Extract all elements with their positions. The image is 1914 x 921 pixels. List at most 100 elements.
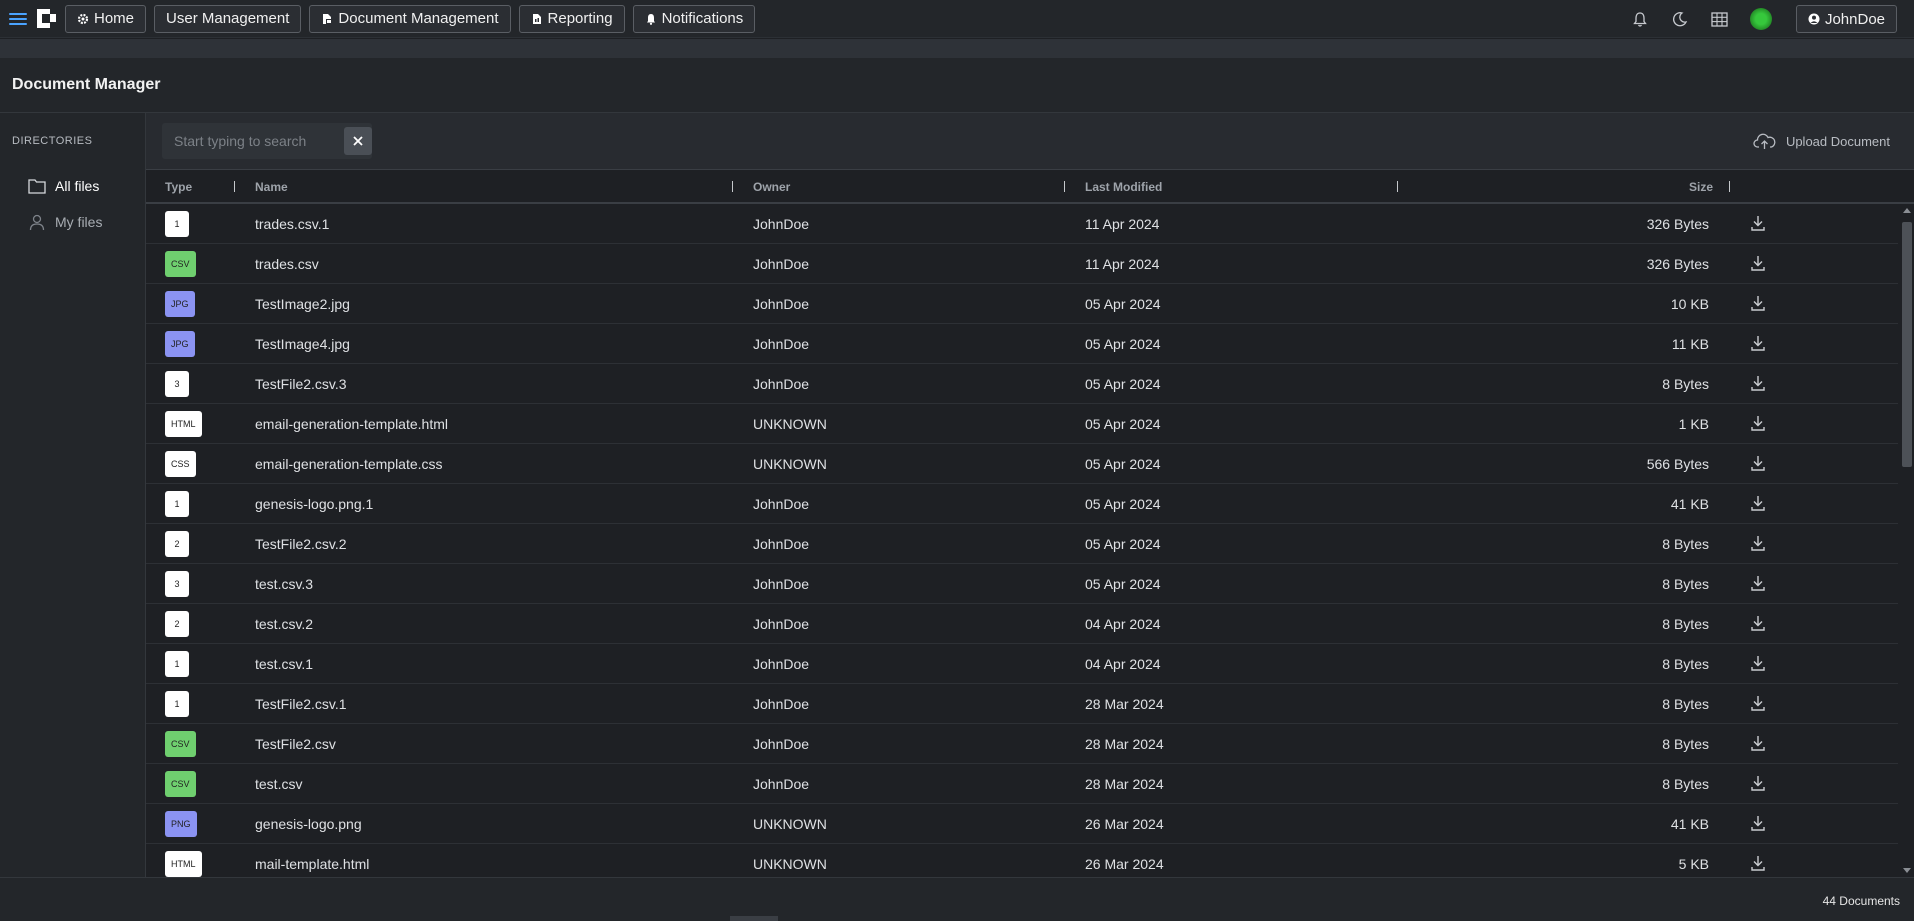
scrollbar-thumb[interactable] [1902, 222, 1912, 467]
column-resize-handle[interactable] [732, 181, 733, 192]
column-resize-handle[interactable] [1729, 181, 1730, 192]
column-resize-handle[interactable] [1064, 181, 1065, 192]
size-cell: 11 KB [1671, 336, 1709, 352]
nav-reporting-button[interactable]: Reporting [518, 4, 625, 33]
file-name-cell: trades.csv [255, 256, 319, 272]
nav-home-button[interactable]: Home [65, 4, 147, 33]
nav-notifications-button[interactable]: Notifications [632, 4, 756, 33]
table-row[interactable]: HTML mail-template.html UNKNOWN 26 Mar 2024… [146, 844, 1898, 877]
table-row[interactable]: 2 test.csv.2 JohnDoe 04 Apr 2024 8 Bytes [146, 604, 1898, 644]
owner-cell: UNKNOWN [753, 816, 827, 832]
table-row[interactable]: CSS email-generation-template.css UNKNOWN 0… [146, 444, 1898, 484]
table-row[interactable]: CSV trades.csv JohnDoe 11 Apr 2024 326 Bytes [146, 244, 1898, 284]
download-icon[interactable] [1749, 494, 1767, 512]
column-header-type[interactable]: Type [165, 180, 192, 194]
close-icon [353, 136, 363, 146]
directories-sidebar: DIRECTORIES All files My files [0, 113, 146, 877]
table-row[interactable]: 1 TestFile2.csv.1 JohnDoe 28 Mar 2024 8 Byte… [146, 684, 1898, 724]
sidebar-item-my-files[interactable]: My files [28, 211, 102, 233]
download-icon[interactable] [1749, 534, 1767, 552]
nav-document-management-button[interactable]: Document Management [309, 4, 511, 33]
folder-icon [28, 179, 46, 194]
size-cell: 8 Bytes [1662, 616, 1709, 632]
page-header: Document Manager [0, 58, 1914, 113]
download-icon[interactable] [1749, 294, 1767, 312]
download-icon[interactable] [1749, 734, 1767, 752]
page-title: Document Manager [12, 76, 161, 93]
download-icon[interactable] [1749, 774, 1767, 792]
download-icon[interactable] [1749, 814, 1767, 832]
table-row[interactable]: 2 TestFile2.csv.2 JohnDoe 05 Apr 2024 8 Byte… [146, 524, 1898, 564]
download-icon[interactable] [1749, 574, 1767, 592]
user-profile-button[interactable]: JohnDoe [1795, 5, 1897, 33]
upload-document-button[interactable]: Upload Document [1753, 129, 1890, 153]
size-cell: 8 Bytes [1662, 776, 1709, 792]
bell-icon[interactable] [1630, 9, 1650, 29]
download-icon[interactable] [1749, 374, 1767, 392]
file-type-badge: HTML [165, 411, 202, 437]
grid-icon[interactable] [1710, 9, 1730, 29]
owner-cell: JohnDoe [753, 256, 810, 272]
table-row[interactable]: PNG genesis-logo.png UNKNOWN 26 Mar 2024 41 … [146, 804, 1898, 844]
download-icon[interactable] [1749, 654, 1767, 672]
table-row[interactable]: CSV TestFile2.csv JohnDoe 28 Mar 2024 8 Byte… [146, 724, 1898, 764]
column-header-owner[interactable]: Owner [753, 180, 790, 194]
file-type-badge: 2 [165, 531, 189, 557]
download-icon[interactable] [1749, 214, 1767, 232]
file-name-cell: test.csv.1 [255, 656, 314, 672]
size-cell: 41 KB [1670, 496, 1709, 512]
file-name-cell: mail-template.html [255, 856, 370, 872]
last-modified-cell: 26 Mar 2024 [1085, 856, 1164, 872]
download-icon[interactable] [1749, 454, 1767, 472]
scroll-up-arrow[interactable] [1903, 208, 1911, 213]
owner-cell: UNKNOWN [753, 416, 827, 432]
download-icon[interactable] [1749, 854, 1767, 872]
table-row[interactable]: CSV test.csv JohnDoe 28 Mar 2024 8 Bytes [146, 764, 1898, 804]
file-name-cell: genesis-logo.png.1 [255, 496, 374, 512]
moon-icon[interactable] [1670, 9, 1690, 29]
table-row[interactable]: JPG TestImage4.jpg JohnDoe 05 Apr 2024 11 KB [146, 324, 1898, 364]
table-row[interactable]: 3 test.csv.3 JohnDoe 05 Apr 2024 8 Bytes [146, 564, 1898, 604]
column-resize-handle[interactable] [234, 181, 235, 192]
column-resize-handle[interactable] [1397, 181, 1398, 192]
search-input[interactable] [162, 123, 338, 159]
nav-user-management-button[interactable]: User Management [154, 4, 302, 33]
app-logo[interactable] [36, 8, 57, 29]
column-header-size[interactable]: Size [1689, 180, 1713, 194]
download-icon[interactable] [1749, 614, 1767, 632]
scroll-down-arrow[interactable] [1903, 868, 1911, 873]
resize-grip[interactable] [730, 916, 778, 921]
owner-cell: JohnDoe [753, 496, 810, 512]
download-icon[interactable] [1749, 694, 1767, 712]
table-row[interactable]: 3 TestFile2.csv.3 JohnDoe 05 Apr 2024 8 Byte… [146, 364, 1898, 404]
table-row[interactable]: 1 test.csv.1 JohnDoe 04 Apr 2024 8 Bytes [146, 644, 1898, 684]
download-icon[interactable] [1749, 414, 1767, 432]
download-icon[interactable] [1749, 334, 1767, 352]
file-type-badge: 1 [165, 491, 189, 517]
upload-document-label: Upload Document [1785, 133, 1890, 149]
table-row[interactable]: 1 genesis-logo.png.1 JohnDoe 05 Apr 2024 41 … [146, 484, 1898, 524]
column-header-last-modified[interactable]: Last Modified [1085, 180, 1162, 194]
owner-cell: JohnDoe [753, 536, 810, 552]
file-type-badge: CSV [165, 251, 196, 277]
owner-cell: JohnDoe [753, 736, 810, 752]
owner-cell: JohnDoe [753, 656, 810, 672]
size-cell: 8 Bytes [1662, 736, 1709, 752]
report-icon [532, 13, 541, 24]
hamburger-menu-icon[interactable] [9, 10, 27, 28]
size-cell: 1 KB [1678, 416, 1709, 432]
download-icon[interactable] [1749, 254, 1767, 272]
table-row[interactable]: 1 trades.csv.1 JohnDoe 11 Apr 2024 326 Bytes [146, 204, 1898, 244]
status-footer: 44 Documents [0, 877, 1914, 921]
table-row[interactable]: HTML email-generation-template.html UNKNOW… [146, 404, 1898, 444]
bell-icon [646, 13, 655, 25]
sidebar-item-all-files[interactable]: All files [28, 175, 99, 197]
last-modified-cell: 28 Mar 2024 [1085, 736, 1164, 752]
clear-search-button[interactable] [344, 127, 372, 155]
table-row[interactable]: JPG TestImage2.jpg JohnDoe 05 Apr 2024 10 KB [146, 284, 1898, 324]
owner-cell: UNKNOWN [753, 456, 827, 472]
table-scrollbar[interactable] [1900, 204, 1914, 877]
file-type-badge: 1 [165, 211, 189, 237]
file-name-cell: test.csv.3 [255, 576, 314, 592]
column-header-name[interactable]: Name [255, 180, 288, 194]
